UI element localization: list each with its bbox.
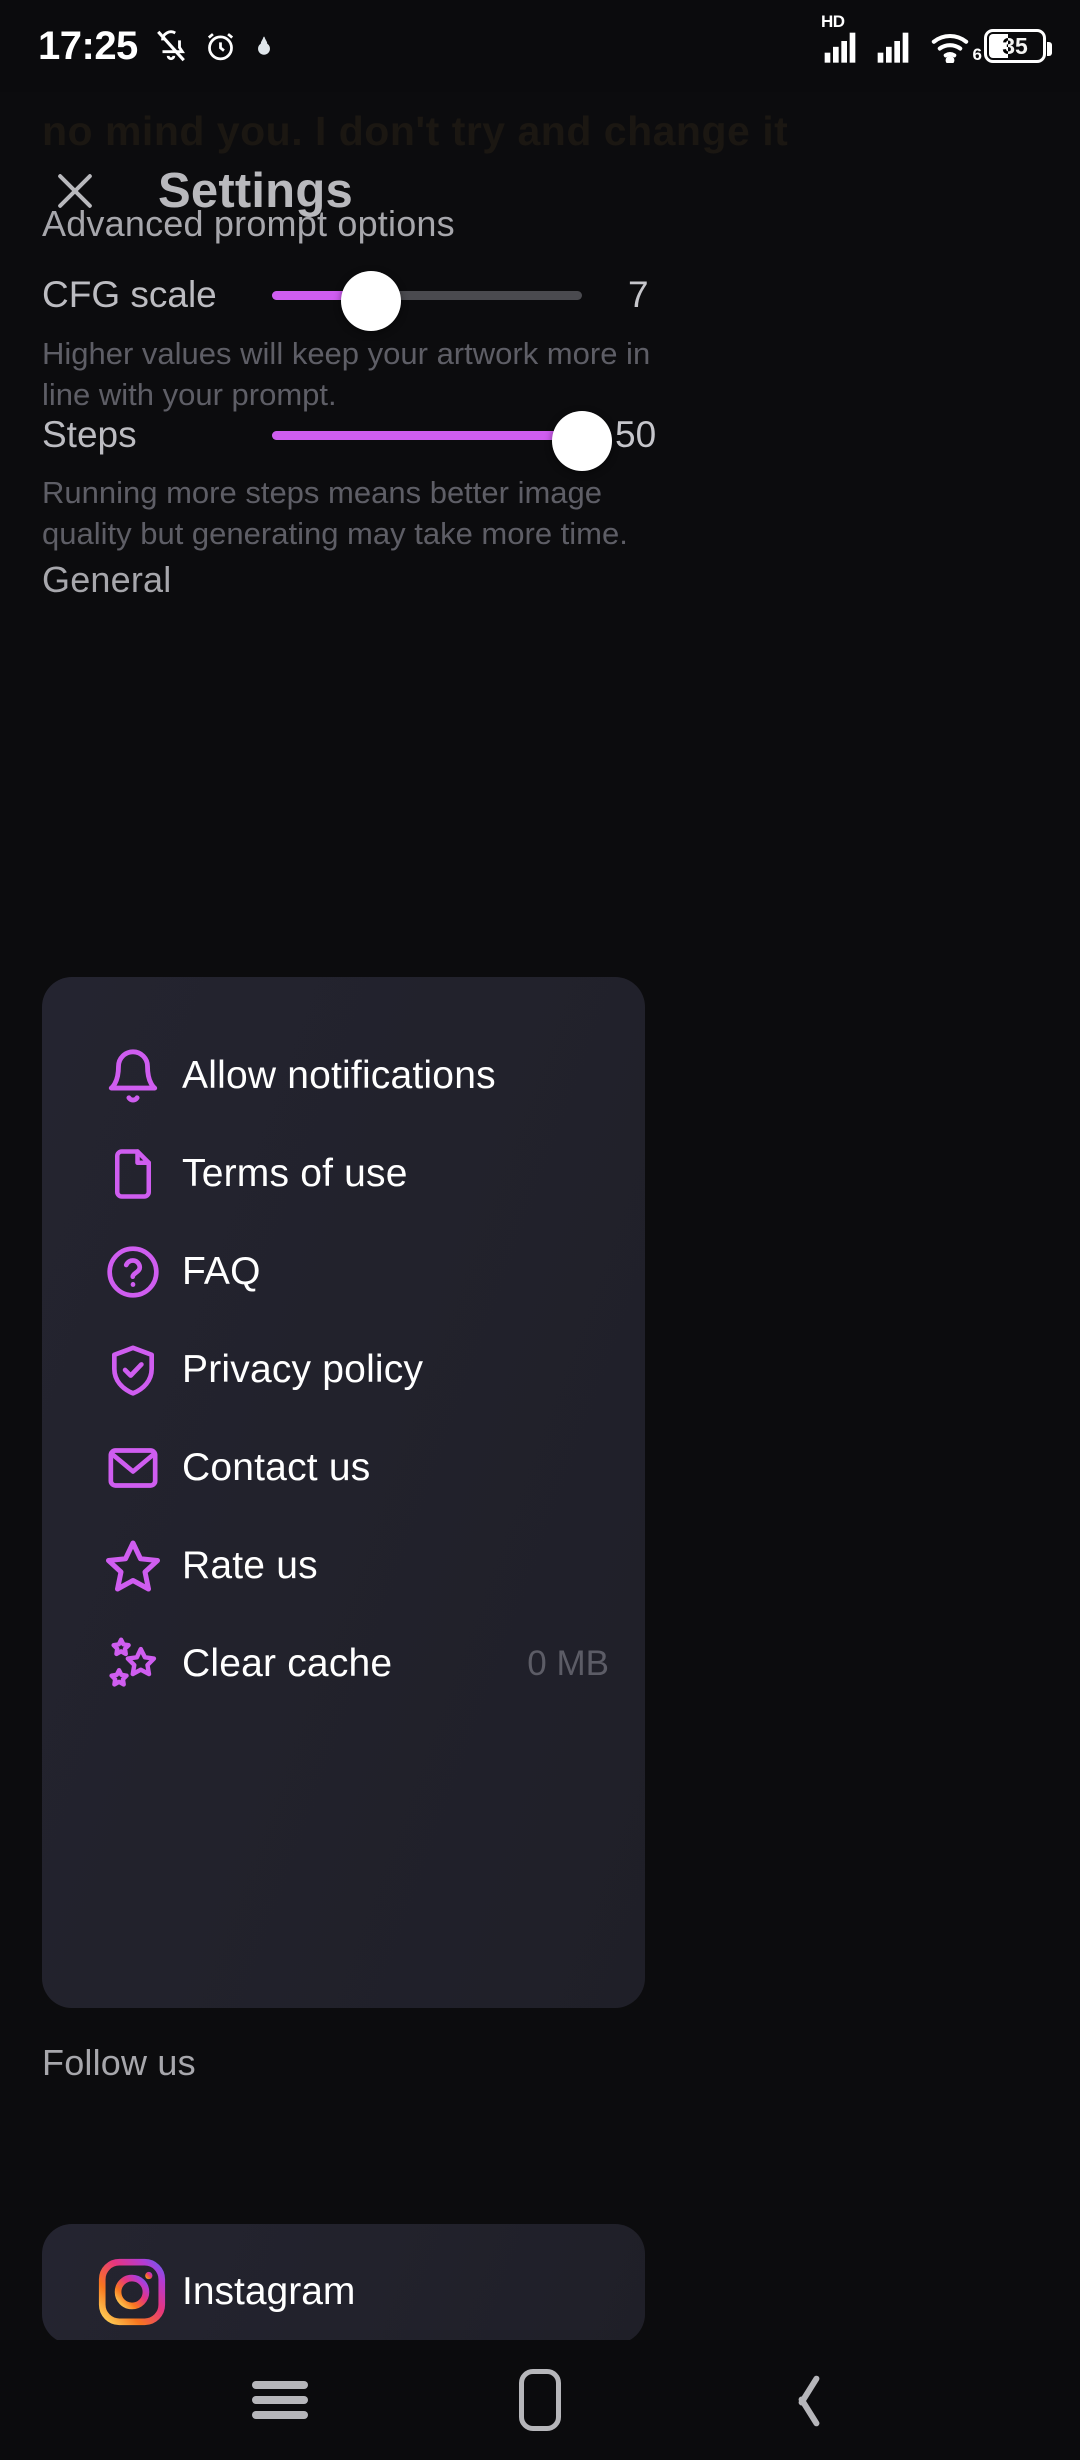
document-icon xyxy=(90,1131,176,1217)
cfg-scale-slider[interactable] xyxy=(272,271,582,331)
menu-item-clear-cache[interactable]: Clear cache 0 MB xyxy=(42,1615,645,1713)
steps-label: Steps xyxy=(42,414,137,455)
slider-fill xyxy=(272,431,582,440)
menu-item-privacy-policy[interactable]: Privacy policy xyxy=(42,1321,645,1419)
steps-help-text: Running more steps means better image qu… xyxy=(42,475,628,552)
menu-item-instagram[interactable]: Instagram xyxy=(42,2242,645,2342)
bell-slash-icon xyxy=(156,30,185,62)
cfg-scale-label: CFG scale xyxy=(42,274,217,315)
general-card: Allow notifications Terms of use FAQ Pri… xyxy=(42,977,645,2008)
slider-row-steps: Steps 50 xyxy=(0,405,1080,471)
status-bar: 17:25 HD 6 35 xyxy=(0,0,1080,92)
shield-check-icon xyxy=(90,1327,176,1413)
menu-item-label: Rate us xyxy=(182,1544,318,1587)
menu-item-faq[interactable]: FAQ xyxy=(42,1223,645,1321)
signal-icon: HD xyxy=(821,12,863,63)
menu-item-label: Clear cache xyxy=(182,1642,393,1685)
menu-item-contact-us[interactable]: Contact us xyxy=(42,1419,645,1517)
bell-icon xyxy=(90,1033,176,1119)
menu-item-label: FAQ xyxy=(182,1250,261,1293)
droplet-icon xyxy=(257,36,270,55)
instagram-icon xyxy=(94,2254,170,2330)
signal-icon-2 xyxy=(876,29,916,63)
menu-item-label: Contact us xyxy=(182,1446,371,1489)
sparkles-icon xyxy=(90,1621,176,1707)
question-circle-icon xyxy=(90,1229,176,1315)
android-nav-bar xyxy=(0,2340,1080,2460)
cfg-scale-help-text: Higher values will keep your artwork mor… xyxy=(42,336,651,413)
slider-thumb[interactable] xyxy=(552,411,612,471)
wifi-generation-label: 6 xyxy=(972,45,982,64)
section-title-follow-us: Follow us xyxy=(42,2042,196,2083)
menu-item-label: Instagram xyxy=(182,2270,356,2313)
menu-item-terms-of-use[interactable]: Terms of use xyxy=(42,1125,645,1223)
follow-us-card: Instagram xyxy=(42,2224,645,2344)
slider-thumb[interactable] xyxy=(341,271,402,331)
alarm-clock-icon xyxy=(207,32,233,60)
envelope-icon xyxy=(90,1425,176,1511)
clock-time: 17:25 xyxy=(38,24,138,68)
status-bar-left: 17:25 xyxy=(38,26,275,66)
menu-item-label: Allow notifications xyxy=(182,1054,496,1097)
star-icon xyxy=(90,1523,176,1609)
menu-item-label: Terms of use xyxy=(182,1152,408,1195)
cache-size-value: 0 MB xyxy=(527,1644,609,1683)
recents-icon[interactable] xyxy=(235,2355,325,2445)
hd-label: HD xyxy=(821,12,845,31)
menu-item-allow-notifications[interactable]: Allow notifications xyxy=(42,1027,645,1125)
menu-item-label: Privacy policy xyxy=(182,1348,424,1391)
steps-value: 50 xyxy=(615,414,657,455)
slider-row-cfg-scale: CFG scale 7 xyxy=(0,265,1080,331)
status-bar-right: HD 6 35 xyxy=(821,12,1052,64)
settings-screen: 17:25 HD 6 35 no mind you. I don't try a… xyxy=(0,0,1080,2460)
home-icon[interactable] xyxy=(495,2355,585,2445)
wifi-icon: 6 xyxy=(929,29,982,64)
back-icon[interactable] xyxy=(755,2355,845,2445)
menu-item-rate-us[interactable]: Rate us xyxy=(42,1517,645,1615)
battery-percent: 35 xyxy=(1002,32,1028,59)
steps-slider[interactable] xyxy=(272,411,612,471)
section-title-general: General xyxy=(42,559,172,600)
cfg-scale-value: 7 xyxy=(628,274,649,315)
section-title-advanced: Advanced prompt options xyxy=(42,203,455,244)
battery-icon: 35 xyxy=(984,29,1052,63)
